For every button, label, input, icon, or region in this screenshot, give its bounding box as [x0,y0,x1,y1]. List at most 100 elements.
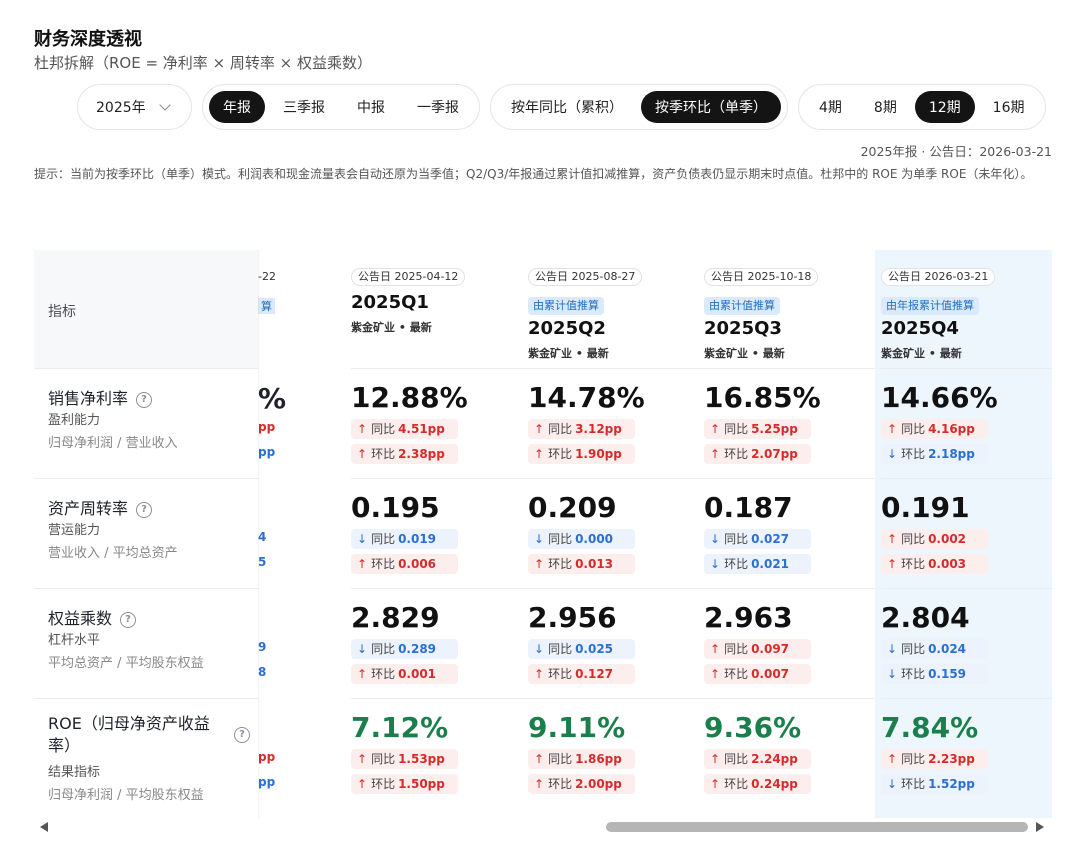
period-count-group: 4期 8期 12期 16期 [798,84,1046,130]
arrow-up-icon: ↑ [357,557,368,571]
estimate-badge: 由年报累计值推算 [881,297,979,315]
partial-qoq: pp [258,775,276,789]
metric-value: 0.209 [528,491,617,524]
scroll-right-arrow-icon[interactable] [1036,822,1044,832]
arrow-up-icon: ↑ [534,557,545,571]
report-type-option-1[interactable]: 三季报 [269,91,339,123]
partial-value: % [258,382,287,415]
indicator-row-label: 权益乘数? 杠杆水平 平均总资产 / 平均股东权益 [34,588,258,698]
period-columns[interactable]: -22 算% pp pp 4 5 9 8 pp pp 公告日 2025-04-12 2025Q1 紫金矿… [258,250,1052,818]
indicator-formula: 营业收入 / 平均总资产 [48,546,178,561]
indicator-name-text: 销售净利率 [48,389,129,408]
qoq-badge: ↓ 环比 0.021 [704,554,811,574]
period-column-2025Q2: 公告日 2025-08-27 由累计值推算 2025Q2 紫金矿业 • 最新 14.78… [528,250,705,818]
chevron-down-icon [159,98,171,111]
compare-mode-option-0[interactable]: 按年同比（累积） [497,91,637,123]
qoq-badge: ↓ 环比 1.52pp [881,774,988,794]
partial-qoq: pp [258,445,276,459]
period-option-3[interactable]: 16期 [979,91,1039,123]
scroll-left-arrow-icon[interactable] [40,822,48,832]
arrow-up-icon: ↑ [357,777,368,791]
arrow-up-icon: ↑ [534,777,545,791]
qoq-badge: ↑ 环比 2.07pp [704,444,811,464]
period-option-2[interactable]: 12期 [914,91,975,123]
qoq-badge-label: 环比 [724,777,749,791]
qoq-badge-label: 环比 [548,667,573,681]
period-option-1[interactable]: 8期 [860,91,911,123]
help-icon[interactable]: ? [120,611,137,628]
indicator-name-text: ROE（归母净资产收益率） [48,714,210,755]
yoy-badge: ↑ 同比 1.53pp [351,749,458,769]
qoq-badge-value: 0.001 [398,667,437,681]
metric-value: 2.829 [351,601,440,634]
qoq-badge: ↓ 环比 2.18pp [881,444,988,464]
indicator-row-label: 销售净利率? 盈利能力 归母净利润 / 营业收入 [34,368,258,478]
scrollbar-thumb[interactable] [606,822,1028,832]
yoy-badge: ↑ 同比 2.23pp [881,749,988,769]
qoq-badge-value: 2.18pp [928,447,975,461]
help-icon[interactable]: ? [234,727,250,743]
metric-cell: 0.195 ↓ 同比 0.019 ↑ 环比 0.006 [351,478,528,588]
quarter-label: 2025Q3 [704,318,782,339]
qoq-badge: ↓ 环比 0.159 [881,664,988,684]
yoy-badge-label: 同比 [724,752,749,766]
yoy-badge-label: 同比 [724,422,749,436]
compare-mode-option-1[interactable]: 按季环比（单季） [641,91,781,123]
report-type-option-2[interactable]: 中报 [343,91,399,123]
yoy-badge-label: 同比 [371,422,396,436]
announce-date-badge: 公告日 2026-03-21 [881,268,996,286]
report-type-option-3[interactable]: 一季报 [403,91,473,123]
metric-value: 0.191 [881,491,970,524]
yoy-badge-value: 4.51pp [398,422,445,436]
metric-value: 7.84% [881,711,979,744]
qoq-badge-label: 环比 [371,447,396,461]
yoy-badge-value: 5.25pp [751,422,798,436]
report-type-option-0[interactable]: 年报 [209,91,265,123]
metric-cell: 2.963 ↑ 同比 0.097 ↑ 环比 0.007 [704,588,881,698]
horizontal-scrollbar[interactable] [34,818,1052,836]
qoq-badge: ↑ 环比 1.90pp [528,444,635,464]
yoy-badge-value: 4.16pp [928,422,975,436]
period-option-0[interactable]: 4期 [805,91,856,123]
yoy-badge-label: 同比 [548,752,573,766]
indicator-category: 结果指标 [48,765,101,780]
period-column-header: 公告日 2025-10-18 由累计值推算 2025Q3 紫金矿业 • 最新 [704,250,874,368]
qoq-badge: ↑ 环比 0.001 [351,664,458,684]
toolbar: 2025年 年报 三季报 中报 一季报 按年同比（累积） 按季环比（单季） 4期 8期 12… [77,84,1046,130]
arrow-up-icon: ↑ [710,667,721,681]
period-column-2025Q4: 公告日 2026-03-21 由年报累计值推算 2025Q4 紫金矿业 • 最新 14.… [875,250,1052,818]
arrow-up-icon: ↑ [357,752,368,766]
qoq-badge-label: 环比 [371,667,396,681]
arrow-down-icon: ↓ [357,532,368,546]
yoy-badge-label: 同比 [901,642,926,656]
qoq-badge-value: 2.00pp [575,777,622,791]
metric-cell: 14.78% ↑ 同比 3.12pp ↑ 环比 1.90pp [528,368,705,478]
yoy-badge: ↑ 同比 4.16pp [881,419,988,439]
yoy-badge-value: 0.097 [751,642,790,656]
indicator-name: 资产周转率? [48,495,153,519]
year-select[interactable]: 2025年 [77,84,192,130]
indicator-header-label: 指标 [48,304,76,320]
yoy-badge-label: 同比 [901,422,926,436]
yoy-badge: ↑ 同比 4.51pp [351,419,458,439]
metric-cell: 9.11% ↑ 同比 1.86pp ↑ 环比 2.00pp [528,698,705,808]
yoy-badge-value: 3.12pp [575,422,622,436]
qoq-badge-label: 环比 [371,557,396,571]
metric-cell: 16.85% ↑ 同比 5.25pp ↑ 环比 2.07pp [704,368,881,478]
help-icon[interactable]: ? [136,501,153,518]
arrow-up-icon: ↑ [534,752,545,766]
arrow-up-icon: ↑ [887,752,898,766]
metric-cell: 14.66% ↑ 同比 4.16pp ↓ 环比 2.18pp [881,368,1052,478]
yoy-badge-value: 0.025 [575,642,614,656]
yoy-badge-label: 同比 [548,642,573,656]
report-meta: 2025年报 · 公告日：2026-03-21 [860,144,1052,159]
yoy-badge-label: 同比 [371,752,396,766]
yoy-badge-label: 同比 [371,642,396,656]
estimate-badge: 由累计值推算 [704,297,780,315]
announce-date-badge: 公告日 2025-10-18 [704,268,819,286]
yoy-badge-label: 同比 [548,532,573,546]
metric-cell: 0.187 ↓ 同比 0.027 ↓ 环比 0.021 [704,478,881,588]
dupont-table: 指标 销售净利率? 盈利能力 归母净利润 / 营业收入 资产周转率? 营运能力 营业收入 … [34,250,1052,818]
yoy-badge: ↑ 同比 0.002 [881,529,988,549]
help-icon[interactable]: ? [136,391,153,408]
